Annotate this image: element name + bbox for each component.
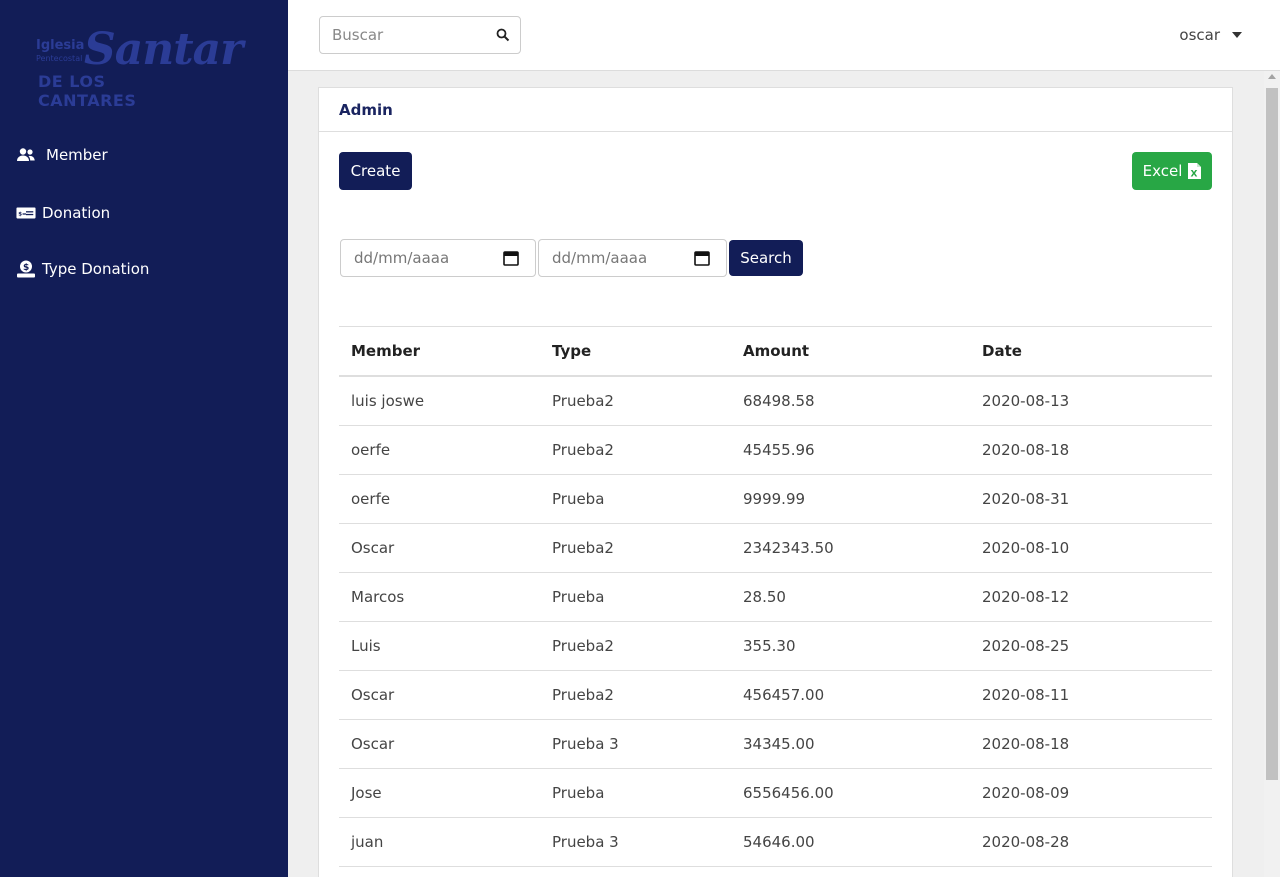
search-button[interactable]: Search [729,240,803,276]
cell-date: 2020-08-31 [982,490,1070,508]
cell-type: Prueba 3 [552,735,619,753]
cell-type: Prueba [552,588,605,606]
cell-amount: 45455.96 [743,441,815,459]
logo-text-iglesia: Iglesia [36,38,85,53]
cell-amount: 456457.00 [743,686,825,704]
cell-type: Prueba [552,490,605,508]
logo-text-script: Santar [84,24,243,75]
cell-type: Prueba2 [552,539,614,557]
donations-table: Member Type Amount Date luis joswe Prueba… [339,326,1212,867]
table-header: Member Type Amount Date [339,327,1212,377]
create-button[interactable]: Create [339,152,412,190]
cell-date: 2020-08-18 [982,735,1070,753]
date-to-placeholder: dd/mm/aaaa [552,249,648,267]
topbar: oscar [288,0,1280,71]
excel-export-button[interactable]: Excel X [1132,152,1212,190]
donate-icon: $ [17,260,35,278]
cell-amount: 68498.58 [743,392,815,410]
cell-amount: 34345.00 [743,735,815,753]
cell-member: Jose [351,784,382,802]
column-header-amount: Amount [743,342,810,360]
sidebar: Iglesia Pentecostal Santar DE LOS CANTAR… [0,0,288,877]
table-row[interactable]: oerfe Prueba2 45455.96 2020-08-18 [339,426,1212,475]
scrollbar-thumb[interactable] [1266,88,1278,780]
cell-member: Marcos [351,588,405,606]
user-menu[interactable]: oscar [1179,26,1220,44]
cell-amount: 9999.99 [743,490,806,508]
cell-type: Prueba2 [552,392,614,410]
card-title: Admin [319,88,1232,132]
sidebar-item-donation[interactable]: $= Donation [0,198,110,228]
cell-amount: 2342343.50 [743,539,834,557]
table-row[interactable]: Jose Prueba 6556456.00 2020-08-09 [339,769,1212,818]
cell-date: 2020-08-25 [982,637,1070,655]
cell-type: Prueba2 [552,637,614,655]
cell-amount: 355.30 [743,637,796,655]
table-row[interactable]: luis joswe Prueba2 68498.58 2020-08-13 [339,377,1212,426]
church-logo[interactable]: Iglesia Pentecostal Santar DE LOS CANTAR… [32,24,243,110]
cell-amount: 28.50 [743,588,786,606]
cell-member: Oscar [351,735,395,753]
caret-down-icon[interactable] [1232,32,1242,38]
cell-member: Oscar [351,686,395,704]
scroll-up-arrow-icon[interactable] [1268,74,1276,79]
cell-member: Oscar [351,539,395,557]
date-from-placeholder: dd/mm/aaaa [354,249,450,267]
search-button-label: Search [740,249,792,267]
cell-date: 2020-08-10 [982,539,1070,557]
search-icon[interactable] [496,28,510,42]
users-icon [17,148,35,161]
sidebar-item-type-donation[interactable]: $ Type Donation [0,254,149,284]
cell-member: luis joswe [351,392,425,410]
table-body: luis joswe Prueba2 68498.58 2020-08-13 oerfe… [339,377,1212,867]
logo-text-pentecostal: Pentecostal [36,54,83,63]
cell-type: Prueba2 [552,686,614,704]
money-bill-icon: $= [16,207,36,219]
logo-text-cantares: DE LOS CANTARES [38,72,137,110]
cell-amount: 54646.00 [743,833,815,851]
cell-member: oerfe [351,490,391,508]
create-button-label: Create [350,162,401,180]
cell-type: Prueba2 [552,441,614,459]
cell-date: 2020-08-11 [982,686,1070,704]
file-excel-icon: X [1188,163,1202,180]
cell-date: 2020-08-12 [982,588,1070,606]
cell-date: 2020-08-28 [982,833,1070,851]
cell-amount: 6556456.00 [743,784,834,802]
cell-type: Prueba [552,784,605,802]
column-header-member: Member [351,342,421,360]
date-from-input[interactable]: dd/mm/aaaa [340,239,536,277]
excel-button-label: Excel [1142,162,1183,180]
sidebar-item-label: Member [46,146,108,164]
admin-card: Admin Create Excel X dd/mm/aaaa dd/mm/aa… [318,87,1233,877]
sidebar-item-member[interactable]: Member [0,140,108,170]
column-header-date: Date [982,342,1022,360]
table-row[interactable]: Luis Prueba2 355.30 2020-08-25 [339,622,1212,671]
table-row[interactable]: Oscar Prueba 3 34345.00 2020-08-18 [339,720,1212,769]
table-row[interactable]: Marcos Prueba 28.50 2020-08-12 [339,573,1212,622]
column-header-type: Type [552,342,592,360]
sidebar-item-label: Donation [42,204,111,222]
svg-text:$: $ [23,263,29,273]
date-to-input[interactable]: dd/mm/aaaa [538,239,727,277]
cell-type: Prueba 3 [552,833,619,851]
svg-text:X: X [1191,170,1198,180]
search-box [319,16,521,54]
search-input[interactable] [320,17,480,53]
cell-date: 2020-08-18 [982,441,1070,459]
sidebar-item-label: Type Donation [42,260,150,278]
cell-member: juan [351,833,384,851]
cell-date: 2020-08-09 [982,784,1070,802]
table-row[interactable]: oerfe Prueba 9999.99 2020-08-31 [339,475,1212,524]
cell-member: Luis [351,637,381,655]
table-row[interactable]: juan Prueba 3 54646.00 2020-08-28 [339,818,1212,867]
calendar-icon[interactable] [503,250,519,266]
cell-member: oerfe [351,441,391,459]
table-row[interactable]: Oscar Prueba2 2342343.50 2020-08-10 [339,524,1212,573]
cell-date: 2020-08-13 [982,392,1070,410]
calendar-icon[interactable] [694,250,710,266]
table-row[interactable]: Oscar Prueba2 456457.00 2020-08-11 [339,671,1212,720]
svg-text:$=: $= [18,212,26,218]
